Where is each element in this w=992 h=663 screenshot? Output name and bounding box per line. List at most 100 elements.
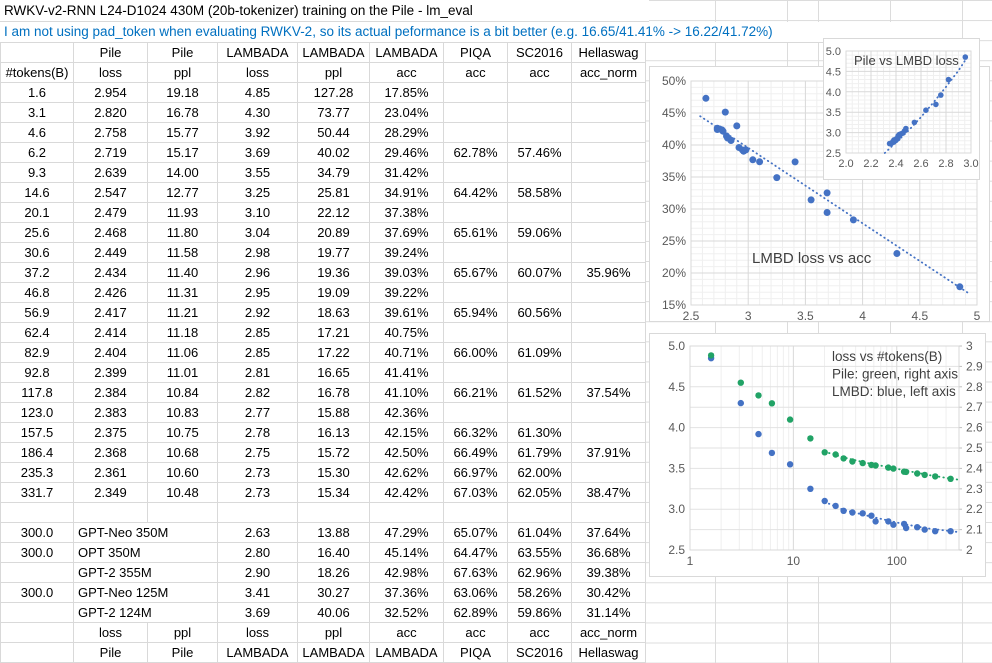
table-cell[interactable]: 2.80	[218, 543, 298, 563]
table-cell[interactable]: 62.96%	[508, 563, 572, 583]
table-cell[interactable]: GPT-Neo 125M	[74, 583, 218, 603]
table-cell[interactable]: 62.05%	[508, 483, 572, 503]
table-cell[interactable]: 40.02	[298, 143, 370, 163]
table-cell[interactable]: 62.00%	[508, 463, 572, 483]
table-cell[interactable]: Hellaswag	[572, 43, 646, 63]
table-cell[interactable]: 2.417	[74, 303, 148, 323]
table-cell[interactable]: acc	[370, 623, 444, 643]
table-cell[interactable]: loss	[74, 63, 148, 83]
table-cell[interactable]: 14.6	[1, 183, 74, 203]
table-cell[interactable]: 41.41%	[370, 363, 444, 383]
table-cell[interactable]	[444, 283, 508, 303]
table-cell[interactable]: 66.32%	[444, 423, 508, 443]
table-cell[interactable]: Pile	[74, 43, 148, 63]
table-cell[interactable]	[572, 463, 646, 483]
table-cell[interactable]	[508, 283, 572, 303]
table-cell[interactable]	[508, 103, 572, 123]
table-cell[interactable]: 10.84	[148, 383, 218, 403]
table-cell[interactable]: 39.22%	[370, 283, 444, 303]
table-cell[interactable]: 18.26	[298, 563, 370, 583]
table-cell[interactable]: 300.0	[1, 583, 74, 603]
table-cell[interactable]: 14.00	[148, 163, 218, 183]
table-cell[interactable]: 40.75%	[370, 323, 444, 343]
table-cell[interactable]: 17.22	[298, 343, 370, 363]
table-cell[interactable]: 50.44	[298, 123, 370, 143]
table-cell[interactable]	[572, 163, 646, 183]
table-cell[interactable]	[444, 83, 508, 103]
table-cell[interactable]: 20.89	[298, 223, 370, 243]
table-cell[interactable]	[1, 603, 74, 623]
table-cell[interactable]: 2.349	[74, 483, 148, 503]
table-cell[interactable]: 29.46%	[370, 143, 444, 163]
table-cell[interactable]: 2.90	[218, 563, 298, 583]
table-cell[interactable]: 28.29%	[370, 123, 444, 143]
table-cell[interactable]: 11.93	[148, 203, 218, 223]
table-cell[interactable]: 62.78%	[444, 143, 508, 163]
table-cell[interactable]: 64.47%	[444, 543, 508, 563]
table-cell[interactable]: 2.95	[218, 283, 298, 303]
table-cell[interactable]: SC2016	[508, 43, 572, 63]
table-cell[interactable]: acc_norm	[572, 623, 646, 643]
table-cell[interactable]: Hellaswag	[572, 643, 646, 663]
table-cell[interactable]: loss	[218, 63, 298, 83]
table-cell[interactable]: 3.69	[218, 603, 298, 623]
table-cell[interactable]: ppl	[298, 63, 370, 83]
table-cell[interactable]: 65.07%	[444, 523, 508, 543]
table-cell[interactable]: 4.85	[218, 83, 298, 103]
table-cell[interactable]: 42.62%	[370, 463, 444, 483]
table-cell[interactable]: 2.63	[218, 523, 298, 543]
table-cell[interactable]: 2.73	[218, 463, 298, 483]
table-cell[interactable]: 2.361	[74, 463, 148, 483]
table-cell[interactable]: 10.48	[148, 483, 218, 503]
table-cell[interactable]: 39.03%	[370, 263, 444, 283]
table-cell[interactable]: 82.9	[1, 343, 74, 363]
table-cell[interactable]: 39.61%	[370, 303, 444, 323]
table-cell[interactable]: 19.18	[148, 83, 218, 103]
table-cell[interactable]: 61.79%	[508, 443, 572, 463]
table-cell[interactable]: 15.17	[148, 143, 218, 163]
table-cell[interactable]	[572, 183, 646, 203]
table-cell[interactable]: 15.77	[148, 123, 218, 143]
table-cell[interactable]: 2.82	[218, 383, 298, 403]
table-cell[interactable]: 10.83	[148, 403, 218, 423]
table-cell[interactable]: 37.2	[1, 263, 74, 283]
table-cell[interactable]: 37.64%	[572, 523, 646, 543]
table-cell[interactable]: 61.30%	[508, 423, 572, 443]
table-cell[interactable]: 42.98%	[370, 563, 444, 583]
table-cell[interactable]: 62.89%	[444, 603, 508, 623]
table-cell[interactable]: 331.7	[1, 483, 74, 503]
table-cell[interactable]: GPT-2 124M	[74, 603, 218, 623]
table-cell[interactable]	[572, 223, 646, 243]
table-cell[interactable]: loss	[74, 623, 148, 643]
table-cell[interactable]	[508, 83, 572, 103]
table-cell[interactable]	[572, 323, 646, 343]
table-cell[interactable]: LAMBADA	[298, 43, 370, 63]
table-cell[interactable]	[1, 643, 74, 663]
table-cell[interactable]	[508, 403, 572, 423]
table-cell[interactable]	[508, 243, 572, 263]
table-cell[interactable]: 11.31	[148, 283, 218, 303]
table-cell[interactable]: LAMBADA	[370, 43, 444, 63]
table-cell[interactable]: 15.30	[298, 463, 370, 483]
chart-pile-vs-lmbd-loss[interactable]: 2.02.22.42.62.83.02.53.03.54.04.55.0Pile…	[823, 38, 980, 180]
table-cell[interactable]	[298, 503, 370, 523]
table-cell[interactable]: 92.8	[1, 363, 74, 383]
table-cell[interactable]	[1, 563, 74, 583]
table-cell[interactable]	[444, 243, 508, 263]
table-cell[interactable]: #tokens(B)	[1, 63, 74, 83]
table-cell[interactable]: 2.384	[74, 383, 148, 403]
table-cell[interactable]: 66.00%	[444, 343, 508, 363]
table-cell[interactable]: 30.27	[298, 583, 370, 603]
table-cell[interactable]	[572, 283, 646, 303]
table-cell[interactable]: 17.21	[298, 323, 370, 343]
table-cell[interactable]: 2.547	[74, 183, 148, 203]
table-cell[interactable]: 2.98	[218, 243, 298, 263]
table-cell[interactable]: 40.71%	[370, 343, 444, 363]
table-cell[interactable]: GPT-2 355M	[74, 563, 218, 583]
table-cell[interactable]: 65.67%	[444, 263, 508, 283]
table-cell[interactable]: 2.85	[218, 343, 298, 363]
table-cell[interactable]	[148, 503, 218, 523]
table-cell[interactable]: 2.81	[218, 363, 298, 383]
table-cell[interactable]: acc	[508, 623, 572, 643]
table-cell[interactable]: Pile	[74, 643, 148, 663]
